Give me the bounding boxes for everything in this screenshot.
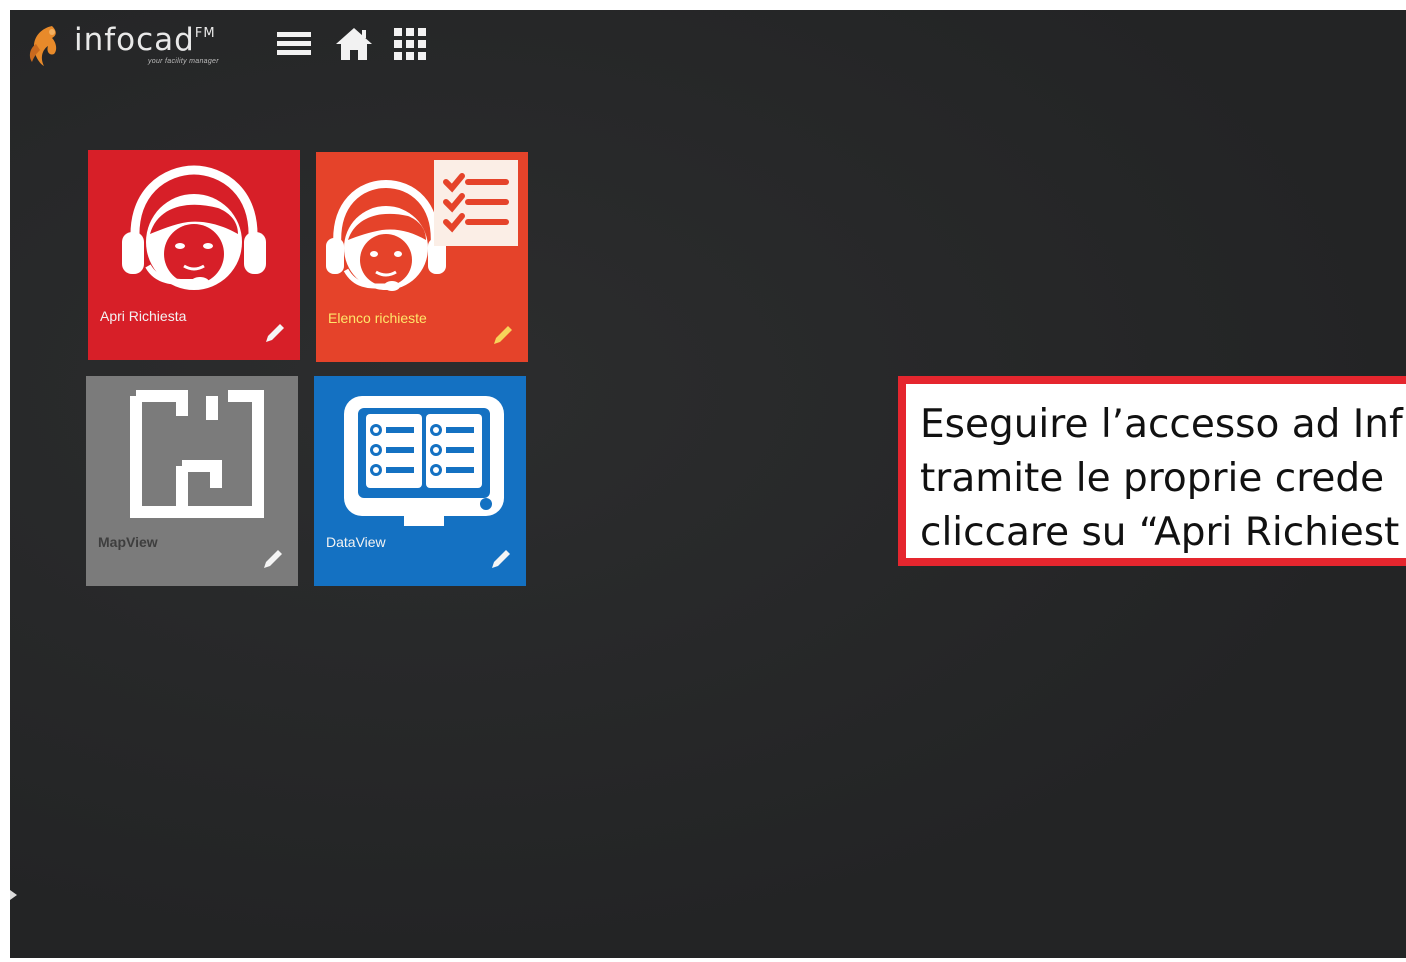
brand-tagline: your facility manager: [148, 58, 219, 65]
sidebar-toggle-arrow-icon[interactable]: [10, 890, 17, 900]
home-icon[interactable]: [334, 26, 374, 62]
tile-label: DataView: [326, 534, 386, 550]
callout-line-3: cliccare su “Apri Richiest: [920, 510, 1400, 555]
top-bar: infocadFM your facility manager: [10, 10, 1406, 80]
brand-trademark: FM: [194, 26, 216, 41]
callout-line-2: tramite le proprie crede: [920, 456, 1385, 501]
brand-name: infocadFM: [74, 22, 216, 58]
hamburger-menu-icon[interactable]: [274, 26, 314, 62]
callout-content: Eseguire l’accesso ad Inf tramite le pro…: [906, 384, 1406, 558]
pencil-icon[interactable]: [490, 548, 512, 570]
app-screen: infocadFM your facility manager Apri Ric…: [10, 10, 1406, 958]
floorplan-icon: [130, 390, 264, 518]
apps-grid-icon[interactable]: [390, 26, 430, 62]
tile-apri-richiesta[interactable]: Apri Richiesta: [88, 150, 300, 360]
pencil-icon[interactable]: [264, 322, 286, 344]
tile-label: MapView: [98, 534, 158, 550]
infocad-logo-icon: [29, 26, 57, 66]
callout-line-1: Eseguire l’accesso ad Inf: [920, 402, 1403, 447]
tile-mapview[interactable]: MapView: [86, 376, 298, 586]
tile-label: Elenco richieste: [328, 310, 427, 326]
operator-checklist-icon: [326, 160, 518, 291]
pencil-icon[interactable]: [492, 324, 514, 346]
pencil-icon[interactable]: [262, 548, 284, 570]
tile-dataview[interactable]: DataView: [314, 376, 526, 586]
headset-operator-icon: [122, 165, 266, 290]
tile-label: Apri Richiesta: [100, 308, 187, 324]
tile-elenco-richieste[interactable]: Elenco richieste: [316, 152, 528, 362]
brand-wordmark: infocad: [74, 22, 195, 58]
instruction-callout: Eseguire l’accesso ad Inf tramite le pro…: [898, 376, 1406, 566]
data-panel-icon: [344, 396, 504, 526]
